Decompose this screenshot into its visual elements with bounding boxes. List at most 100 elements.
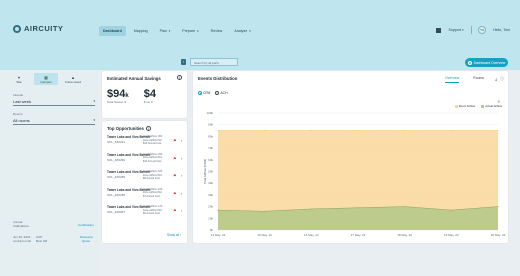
- list-item[interactable]: Tower Labs and Vivo Benefit SOL_ZZ0287 Zon…: [107, 205, 185, 223]
- y-tick-label: 60k: [208, 158, 213, 162]
- chevron-down-icon: ▾: [197, 29, 199, 33]
- opportunity-meta-line: $12 Annual Cost: [143, 142, 162, 146]
- data-point: [264, 210, 266, 212]
- nav-item-prepare[interactable]: Prepare ▾: [178, 26, 202, 36]
- main-nav: Dashboard Mapping Plan ▾ Prepare ▾ Review Analy…: [99, 26, 255, 36]
- data-point: [217, 209, 219, 211]
- avatar[interactable]: TS: [478, 26, 487, 34]
- logo-text: AIRCUITY: [24, 24, 64, 33]
- list-item[interactable]: Tower Labs and Vivo Benefit SOL_ZZ0289 Zon…: [107, 170, 185, 188]
- nav-item-label: Prepare: [182, 29, 196, 33]
- opportunity-meta-line: $10 Annual Cost: [143, 159, 162, 163]
- per-sqft-value: $4: [143, 88, 156, 100]
- x-tick-label: 14 May, 22: [211, 233, 226, 237]
- nav-item-analyze[interactable]: Analyze ▾: [230, 26, 254, 36]
- chevron-right-icon: ›: [181, 155, 183, 161]
- events-chart: 0k 10k 20k 30k 40k 50k 60k 70k 80k 90k 100k 14 May,…: [203, 111, 506, 237]
- data-point: [310, 130, 312, 132]
- data-point: [450, 130, 452, 132]
- x-tick-label: 18 May, 22: [397, 233, 412, 237]
- per-sqft-label: $ sq. ft: [143, 100, 153, 104]
- interval-value: Last week: [13, 98, 32, 104]
- opportunity-meta: Zone Airflow: 18h Zone Airflow Pkd $8 Annu…: [143, 170, 162, 181]
- rooms-select[interactable]: Rooms All rooms ▾: [13, 112, 95, 125]
- certification-link[interactable]: Certification: [78, 223, 94, 227]
- mode-tab-label: Site: [16, 80, 22, 84]
- nav-item-label: Review: [210, 29, 223, 33]
- info-icon[interactable]: i: [145, 126, 151, 131]
- info-icon[interactable]: i: [177, 75, 182, 80]
- x-tick-label: 15 May, 22: [257, 233, 272, 237]
- nav-item-plan[interactable]: Plan ▾: [156, 26, 175, 36]
- support-label: Support: [448, 28, 462, 32]
- x-tick-label: 19 May, 22: [444, 233, 459, 237]
- data-point: [404, 130, 406, 132]
- alert-icon: ⚑: [173, 138, 177, 143]
- nav-item-label: Plan: [159, 29, 167, 33]
- chevron-down-icon: ▾: [249, 29, 251, 33]
- chevron-right-icon: ›: [181, 138, 183, 143]
- support-menu[interactable]: Support ▾: [448, 28, 463, 32]
- chevron-right-icon: ›: [181, 208, 183, 213]
- y-axis-label: Total Airflow (CFM): [203, 159, 207, 184]
- x-tick-label: 17 May, 22: [351, 233, 366, 237]
- nav-item-dashboard[interactable]: Dashboard: [99, 26, 126, 36]
- data-point: [497, 130, 499, 132]
- quote-link[interactable]: Quote: [82, 239, 90, 243]
- y-tick-label: 70k: [208, 146, 213, 150]
- alert-icon: ⚑: [173, 190, 177, 196]
- collapse-sidebar-button[interactable]: ‹: [181, 59, 186, 65]
- per-sqft: $4 $ sq. ft: [144, 88, 156, 104]
- list-item[interactable]: Tower Labs and Vivo Benefit SOL_ZZ0290 Zon…: [107, 153, 185, 171]
- y-tick-label: 20k: [208, 205, 213, 209]
- y-tick-label: 50k: [208, 170, 213, 174]
- chevron-down-icon: ▾: [168, 29, 171, 33]
- data-point: [310, 208, 312, 210]
- opportunities-card: Top Opportunities i Tower Labs and Vivo …: [102, 121, 187, 243]
- data-point: [264, 130, 266, 132]
- chevron-down-icon: ▾: [93, 117, 95, 122]
- total-saved: $94k Total Saved, $: [107, 88, 129, 104]
- data-point: [217, 130, 219, 132]
- mode-tab-fume-hood[interactable]: ▲ Fume Hood: [61, 73, 85, 85]
- opportunity-meta: Zone Airflow: 16h Zone Airflow Pkd $7 Annu…: [143, 188, 162, 199]
- mode-tab-site[interactable]: ⌖ Site: [7, 73, 31, 85]
- savings-title: Estimated Annual Savings: [107, 76, 161, 81]
- data-point: [450, 209, 452, 211]
- x-tick-label: 16 May, 22: [304, 233, 319, 237]
- header-right: Support ▾ TS Hello, Tom: [436, 26, 510, 34]
- alert-icon: ⚑: [173, 155, 177, 161]
- logo[interactable]: AIRCUITY: [13, 24, 63, 33]
- chevron-down-icon: ▾: [93, 98, 95, 103]
- alert-icon: ⚑: [173, 173, 177, 178]
- chevron-right-icon: ›: [181, 190, 183, 196]
- contract-label: contract ends: [13, 238, 32, 243]
- filter-bar: [0, 56, 520, 70]
- apps-grid-icon[interactable]: [436, 27, 442, 33]
- interval-select[interactable]: Interval Last week ▾: [13, 93, 95, 106]
- nav-item-review[interactable]: Review: [207, 26, 227, 36]
- total-saved-label: Total Saved, $: [107, 100, 127, 104]
- data-point: [404, 206, 406, 208]
- dashboard-overview-button[interactable]: ◷ Dashboard Overview: [465, 58, 508, 67]
- nav-item-label: Mapping: [133, 29, 148, 33]
- chevron-down-icon: ▾: [462, 28, 464, 32]
- divider: [470, 26, 472, 34]
- mode-tab-campus[interactable]: ▦ Campus: [34, 73, 58, 85]
- y-tick-label: 100k: [206, 111, 213, 115]
- search-input[interactable]: Search by all parts: [190, 58, 238, 66]
- y-tick-label: 0k: [210, 228, 214, 232]
- mode-tab-label: Campus: [40, 80, 52, 84]
- data-point: [497, 206, 499, 208]
- opportunity-meta-line: $8 Annual Cost: [143, 177, 160, 181]
- nav-item-label: Dashboard: [103, 29, 122, 33]
- nav-item-mapping[interactable]: Mapping: [130, 26, 152, 36]
- show-all-link[interactable]: Show all ›: [167, 233, 181, 237]
- user-greeting[interactable]: Hello, Tom: [493, 28, 510, 32]
- opportunity-meta: Zone Airflow: 25h Zone Airflow Pkd $10 Ann…: [143, 153, 162, 164]
- y-tick-label: 30k: [208, 193, 213, 197]
- list-item[interactable]: Tower Labs and Vivo Benefit SOL_ZZ0288 Zon…: [107, 188, 185, 206]
- list-item[interactable]: Tower Labs and Vivo Benefit SOL_ZZ0291 Zon…: [107, 135, 185, 153]
- calibrations-label: Calibrations: [13, 223, 29, 228]
- mode-tabs: ⌖ Site ▦ Campus ▲ Fume Hood: [7, 73, 85, 85]
